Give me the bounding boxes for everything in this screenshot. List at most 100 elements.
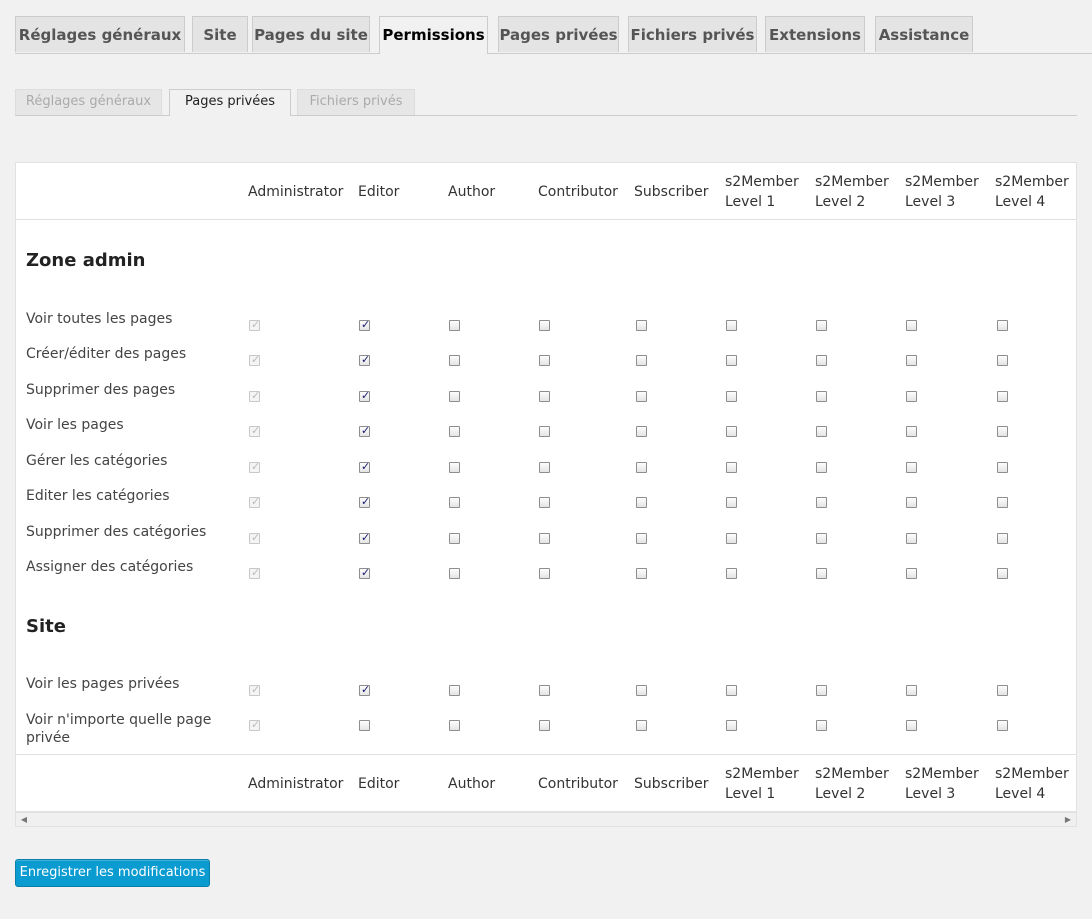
permission-checkbox[interactable]	[726, 320, 737, 331]
tab-3[interactable]: Permissions	[379, 16, 488, 54]
permission-checkbox[interactable]	[636, 355, 647, 366]
permission-checkbox[interactable]	[636, 568, 647, 579]
permission-checkbox[interactable]	[816, 685, 827, 696]
save-changes-button[interactable]: Enregistrer les modifications	[15, 859, 210, 887]
permission-checkbox[interactable]	[449, 497, 460, 508]
permission-checkbox[interactable]	[636, 533, 647, 544]
permission-checkbox[interactable]	[539, 355, 550, 366]
scroll-left-icon[interactable]: ◀	[18, 813, 30, 826]
permission-checkbox[interactable]: ✓	[359, 425, 370, 437]
permission-checkbox[interactable]	[997, 462, 1008, 473]
permission-checkbox[interactable]	[906, 462, 917, 473]
permission-checkbox[interactable]	[636, 462, 647, 473]
permission-checkbox[interactable]	[816, 720, 827, 731]
permission-checkbox[interactable]	[449, 533, 460, 544]
sub-tab-0[interactable]: Réglages généraux	[15, 89, 162, 115]
permission-checkbox[interactable]: ✓	[359, 495, 371, 508]
permission-checkbox[interactable]	[726, 391, 737, 402]
permission-checkbox[interactable]	[449, 685, 460, 696]
permission-checkbox[interactable]	[726, 720, 737, 731]
permission-checkbox[interactable]	[997, 720, 1008, 731]
permission-checkbox[interactable]	[449, 391, 460, 402]
permission-checkbox[interactable]	[997, 685, 1008, 696]
permission-checkbox[interactable]: ✓	[359, 390, 370, 402]
permission-checkbox[interactable]	[997, 391, 1008, 402]
permission-checkbox[interactable]	[636, 320, 647, 331]
tab-4[interactable]: Pages privées	[498, 16, 619, 52]
permission-checkbox[interactable]	[636, 426, 647, 437]
tab-5[interactable]: Fichiers privés	[628, 16, 757, 52]
permission-checkbox[interactable]	[726, 426, 737, 437]
column-header-line2: Level 1	[725, 786, 776, 802]
permission-checkbox[interactable]	[997, 533, 1008, 544]
permission-checkbox[interactable]	[539, 720, 550, 731]
tab-7[interactable]: Assistance	[875, 16, 973, 52]
permission-checkbox[interactable]	[816, 426, 827, 437]
permission-checkbox[interactable]	[906, 497, 917, 508]
permission-checkbox[interactable]	[539, 685, 550, 696]
permission-checkbox[interactable]	[636, 497, 647, 508]
permission-checkbox[interactable]	[636, 391, 647, 402]
permission-checkbox[interactable]	[449, 320, 460, 331]
tab-2[interactable]: Pages du site	[252, 16, 370, 52]
tab-6[interactable]: Extensions	[765, 16, 865, 52]
permission-checkbox[interactable]	[816, 568, 827, 579]
permission-checkbox[interactable]	[906, 391, 917, 402]
permission-checkbox[interactable]: ✓	[359, 684, 370, 696]
permission-checkbox[interactable]	[816, 533, 827, 544]
permission-checkbox[interactable]	[816, 355, 827, 366]
permission-checkbox[interactable]: ✓	[359, 567, 370, 579]
permission-checkbox[interactable]	[539, 462, 550, 473]
sub-tab-2[interactable]: Fichiers privés	[297, 89, 415, 115]
permission-checkbox[interactable]	[449, 720, 460, 731]
column-header-line1: Subscriber	[634, 184, 709, 200]
column-header: Subscriber	[634, 182, 709, 202]
permission-checkbox[interactable]	[726, 568, 737, 579]
permission-checkbox[interactable]	[539, 426, 550, 437]
permission-checkbox[interactable]	[906, 568, 917, 579]
permission-checkbox[interactable]	[636, 720, 647, 731]
permission-checkbox[interactable]	[449, 355, 460, 366]
permission-checkbox[interactable]	[906, 320, 917, 331]
permission-checkbox[interactable]	[816, 462, 827, 473]
permission-checkbox[interactable]	[997, 320, 1008, 331]
permission-checkbox[interactable]	[906, 355, 917, 366]
tab-1[interactable]: Site	[192, 16, 248, 52]
permission-checkbox[interactable]	[539, 391, 550, 402]
permission-checkbox[interactable]	[359, 720, 370, 731]
permission-checkbox[interactable]	[726, 533, 737, 544]
tab-0[interactable]: Réglages généraux	[15, 16, 185, 52]
permission-checkbox[interactable]	[997, 426, 1008, 437]
permission-checkbox[interactable]	[997, 497, 1008, 508]
permission-checkbox[interactable]	[816, 391, 827, 402]
permission-checkbox[interactable]: ✓	[359, 354, 370, 366]
scroll-right-icon[interactable]: ▶	[1062, 813, 1074, 826]
checkmark-icon: ✓	[361, 495, 371, 508]
permission-checkbox[interactable]	[539, 568, 550, 579]
sub-tab-1[interactable]: Pages privées	[169, 89, 291, 116]
permission-checkbox[interactable]	[906, 685, 917, 696]
permission-checkbox[interactable]	[449, 462, 460, 473]
permission-checkbox[interactable]	[726, 685, 737, 696]
permission-checkbox[interactable]	[816, 497, 827, 508]
permission-checkbox[interactable]	[906, 426, 917, 437]
permission-checkbox[interactable]	[997, 355, 1008, 366]
permission-checkbox[interactable]	[636, 685, 647, 696]
permission-checkbox[interactable]	[539, 533, 550, 544]
permission-checkbox[interactable]	[449, 426, 460, 437]
permission-checkbox[interactable]: ✓	[359, 461, 370, 473]
permission-checkbox[interactable]	[726, 462, 737, 473]
permission-checkbox[interactable]	[997, 568, 1008, 579]
permission-checkbox[interactable]	[726, 355, 737, 366]
permission-checkbox[interactable]	[539, 497, 550, 508]
permission-checkbox[interactable]	[539, 320, 550, 331]
permission-checkbox[interactable]	[816, 320, 827, 331]
horizontal-scrollbar[interactable]: ◀ ▶	[15, 812, 1077, 827]
column-header-line2: Level 4	[995, 194, 1046, 210]
permission-checkbox[interactable]	[449, 568, 460, 579]
permission-checkbox[interactable]: ✓	[359, 532, 370, 544]
permission-checkbox[interactable]	[906, 720, 917, 731]
permission-checkbox[interactable]: ✓	[359, 319, 370, 331]
permission-checkbox[interactable]	[906, 533, 917, 544]
permission-checkbox[interactable]	[726, 497, 737, 508]
